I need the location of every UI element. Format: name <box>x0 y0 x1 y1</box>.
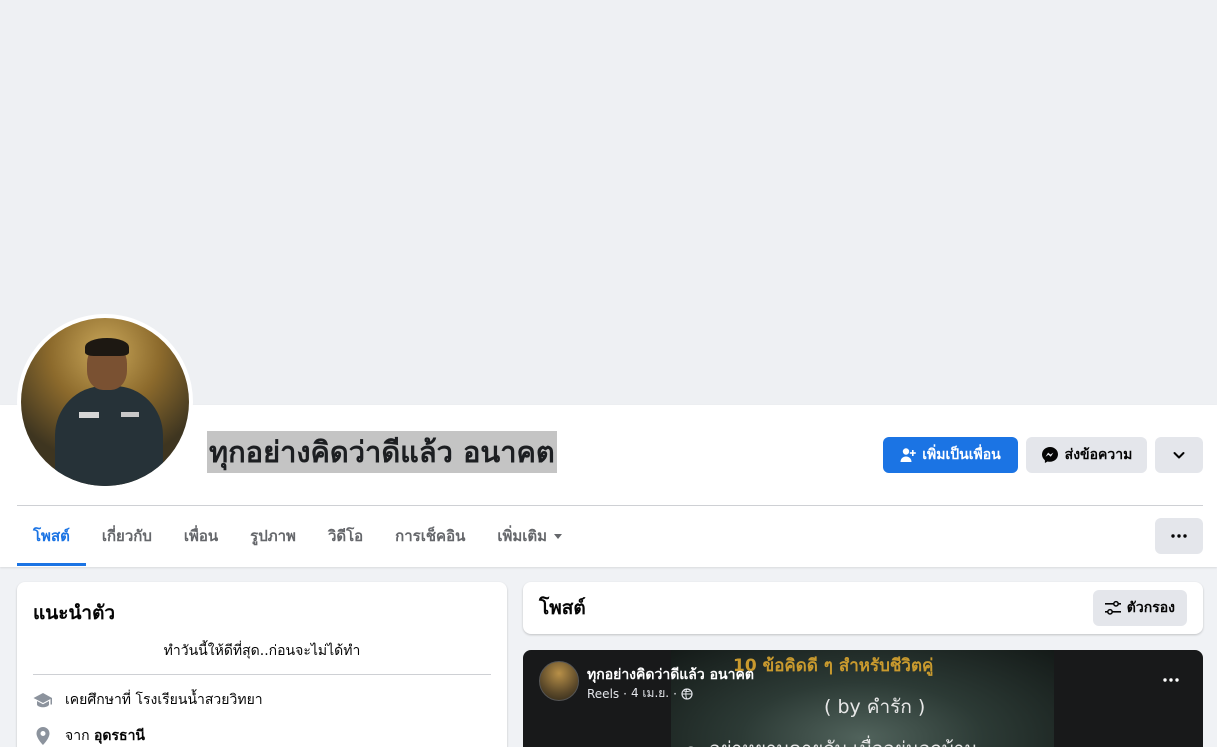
filter-button[interactable]: ตัวกรอง <box>1092 590 1187 626</box>
intro-bio: ทำวันนี้ให้ดีที่สุด..ก่อนจะไม่ได้ทำ <box>33 640 491 675</box>
hometown-place[interactable]: อุดรธานี <box>94 728 145 744</box>
caret-down-icon <box>554 534 563 539</box>
tab-checkins[interactable]: การเช็คอิน <box>379 506 481 566</box>
add-friend-icon <box>900 448 917 462</box>
cover-photo[interactable] <box>0 0 1217 405</box>
filter-label: ตัวกรอง <box>1126 600 1175 616</box>
tabs-more-options-button[interactable] <box>1155 518 1203 554</box>
video-overlay-caption: ๑. อย่าหยาบคายกับ เมื่ออยู่นอกบ้าน <box>685 734 977 747</box>
hometown-prefix: จาก <box>65 728 94 744</box>
meta-separator-2: · <box>673 686 677 701</box>
profile-picture-image <box>21 318 189 486</box>
meta-separator: · <box>623 686 627 701</box>
post-meta: Reels · 4 เม.ย. · <box>587 684 693 703</box>
post-author-name[interactable]: ทุกอย่างคิดว่าดีแล้ว อนาคต <box>587 664 754 686</box>
tab-more[interactable]: เพิ่มเติม <box>481 506 579 566</box>
message-label: ส่งข้อความ <box>1064 447 1133 463</box>
tab-videos[interactable]: วิดีโอ <box>312 506 379 566</box>
messenger-icon <box>1041 447 1058 463</box>
education-prefix: เคยศึกษาที่ <box>65 692 136 708</box>
message-button[interactable]: ส่งข้อความ <box>1026 437 1147 473</box>
intro-title: แนะนำตัว <box>33 602 116 624</box>
location-pin-icon <box>36 727 50 745</box>
video-overlay-title: 10 ข้อคิดดี ๆ สำหรับชีวิตคู่ <box>733 656 934 676</box>
posts-header-card: โพสต์ ตัวกรอง <box>523 582 1203 634</box>
profile-tabs: โพสต์ เกี่ยวกับ เพื่อน รูปภาพ วิดีโอ การ… <box>17 506 579 566</box>
profile-name: ทุกอย่างคิดว่าดีแล้ว อนาคต <box>207 431 557 473</box>
more-horizontal-icon <box>1171 534 1187 538</box>
chevron-down-icon <box>1173 452 1185 459</box>
globe-icon <box>681 687 693 700</box>
intro-card: แนะนำตัว ทำวันนี้ให้ดีที่สุด..ก่อนจะไม่ไ… <box>17 582 507 747</box>
filter-sliders-icon <box>1104 600 1121 615</box>
education-school[interactable]: โรงเรียนน้ำสวยวิทยา <box>136 692 263 708</box>
tab-posts[interactable]: โพสต์ <box>17 506 86 566</box>
education-row: เคยศึกษาที่ โรงเรียนน้ำสวยวิทยา <box>33 689 491 711</box>
more-horizontal-icon <box>1163 678 1179 682</box>
post-author-avatar[interactable] <box>539 661 579 701</box>
posts-title: โพสต์ <box>539 597 586 619</box>
tab-friends[interactable]: เพื่อน <box>168 506 234 566</box>
add-friend-label: เพิ่มเป็นเพื่อน <box>922 447 1001 463</box>
tab-photos[interactable]: รูปภาพ <box>234 506 312 566</box>
tab-about[interactable]: เกี่ยวกับ <box>86 506 168 566</box>
add-friend-button[interactable]: เพิ่มเป็นเพื่อน <box>883 437 1018 473</box>
profile-picture[interactable] <box>17 314 193 490</box>
reel-post[interactable]: 10 ข้อคิดดี ๆ สำหรับชีวิตคู่ ( by คำรัก … <box>523 650 1203 747</box>
post-options-button[interactable] <box>1157 666 1185 694</box>
hometown-row: จาก อุดรธานี <box>33 725 491 747</box>
more-profile-options-button[interactable] <box>1155 437 1203 473</box>
video-overlay-byline: ( by คำรัก ) <box>824 696 926 718</box>
post-date[interactable]: 4 เม.ย. <box>631 684 669 703</box>
post-type: Reels <box>587 686 620 701</box>
graduation-cap-icon <box>33 693 52 708</box>
